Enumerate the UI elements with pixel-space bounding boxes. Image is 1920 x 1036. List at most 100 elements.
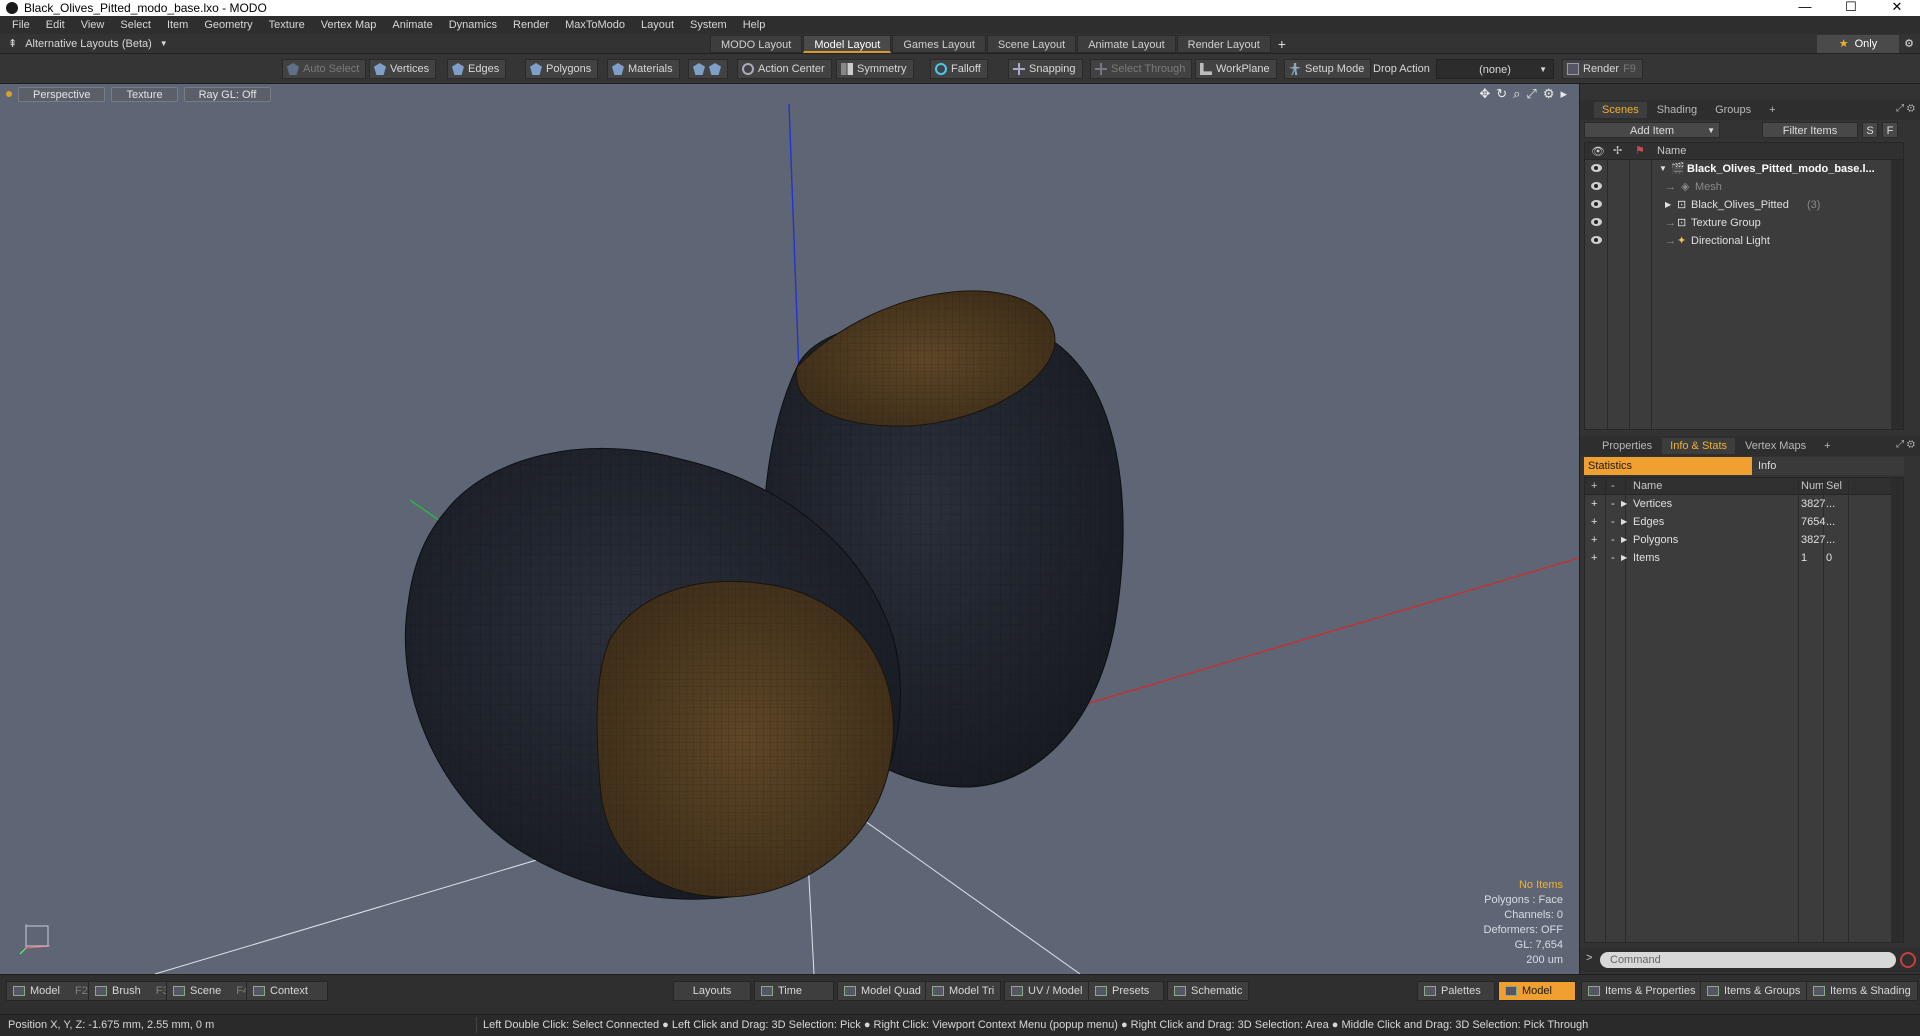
action-center-button[interactable]: Action Center — [737, 59, 832, 79]
name-column-header[interactable]: Name — [1633, 480, 1662, 492]
add-icon[interactable]: + — [1591, 531, 1597, 549]
expand-arrow-icon[interactable]: ▶ — [1621, 495, 1627, 513]
falloff-button[interactable]: Falloff — [930, 59, 988, 79]
add-icon[interactable]: + — [1591, 495, 1597, 513]
symmetry-button[interactable]: Symmetry — [836, 59, 914, 79]
tab-shading[interactable]: Shading — [1649, 102, 1705, 118]
expand-arrow-icon[interactable]: ▶ — [1621, 549, 1627, 567]
items-groups-button[interactable]: Items & Groups — [1700, 981, 1808, 1001]
menu-layout[interactable]: Layout — [633, 19, 682, 31]
visibility-eye-icon[interactable] — [1591, 236, 1602, 244]
model-tab-button[interactable]: Model F2 — [6, 981, 95, 1001]
items-properties-button[interactable]: Items & Properties — [1581, 981, 1703, 1001]
time-button[interactable]: Time — [754, 981, 834, 1001]
add-item-button[interactable]: Add Item ▼ — [1584, 122, 1720, 138]
viewport-menu-dot[interactable] — [6, 91, 12, 97]
3d-viewport[interactable]: Perspective Texture Ray GL: Off ✥ ↻ ⌕ ⤢ … — [0, 84, 1579, 974]
viewport-expand-icon[interactable]: ▸ — [1560, 86, 1567, 102]
info-tab[interactable]: Info — [1752, 457, 1904, 475]
polygons-button[interactable]: Polygons — [525, 59, 599, 79]
presets-button[interactable]: Presets — [1088, 981, 1164, 1001]
visibility-eye-icon[interactable] — [1591, 164, 1602, 172]
tab-scene-layout[interactable]: Scene Layout — [986, 35, 1077, 53]
scene-row-root[interactable]: ▼ 🎬 Black_Olives_Pitted_modo_base.l... — [1585, 160, 1903, 178]
expand-arrow-icon[interactable]: ▶ — [1621, 531, 1627, 549]
uv-model-button[interactable]: UV / Model — [1004, 981, 1090, 1001]
maximize-viewport-icon[interactable]: ⤢ — [1526, 86, 1536, 102]
viewport-scene[interactable] — [0, 84, 1579, 974]
remove-icon[interactable]: - — [1611, 549, 1615, 567]
select-mode-button[interactable] — [688, 59, 728, 79]
panel-options-icon[interactable]: ⤢ ⚙ — [1896, 439, 1915, 450]
remove-icon[interactable]: - — [1611, 531, 1615, 549]
viewport-gear-icon[interactable]: ⚙ — [1543, 86, 1555, 102]
panel-options-icon[interactable]: ⤢ ⚙ — [1896, 103, 1915, 114]
add-icon[interactable]: + — [1591, 549, 1597, 567]
model-quad-button[interactable]: Model Quad — [837, 981, 928, 1001]
edges-button[interactable]: Edges — [447, 59, 507, 79]
zoom-icon[interactable]: ⌕ — [1513, 86, 1520, 102]
tab-info-stats[interactable]: Info & Stats — [1662, 438, 1736, 454]
menu-system[interactable]: System — [682, 19, 735, 31]
expand-all-icon[interactable]: + — [1591, 480, 1597, 492]
only-toggle[interactable]: ★ Only — [1817, 35, 1899, 53]
tab-properties[interactable]: Properties — [1594, 438, 1660, 454]
f-button[interactable]: F — [1882, 122, 1898, 138]
command-input[interactable]: Command — [1600, 952, 1896, 968]
select-through-button[interactable]: Select Through — [1090, 59, 1193, 79]
ray-gl-button[interactable]: Ray GL: Off — [183, 86, 272, 102]
command-history-arrow-icon[interactable]: > — [1586, 952, 1592, 964]
command-record-icon[interactable] — [1900, 952, 1916, 968]
filter-items-input[interactable]: Filter Items — [1762, 122, 1858, 138]
menu-vertex-map[interactable]: Vertex Map — [313, 19, 385, 31]
texture-button[interactable]: Texture — [111, 86, 178, 102]
scene-row-black-olives[interactable]: ▶ ⊡ Black_Olives_Pitted (3) — [1585, 196, 1903, 214]
name-column-header[interactable]: Name — [1657, 145, 1686, 157]
rotate-icon[interactable]: ↻ — [1496, 86, 1507, 102]
model-tri-button[interactable]: Model Tri — [925, 981, 1002, 1001]
scene-row-mesh[interactable]: → ◈ Mesh — [1585, 178, 1903, 196]
gear-icon[interactable]: ⚙ — [1898, 35, 1920, 53]
num-column-header[interactable]: Num — [1801, 480, 1824, 492]
auto-select-button[interactable]: Auto Select — [282, 59, 367, 79]
alternative-layouts-dropdown[interactable]: ⇞ Alternative Layouts (Beta) ▼ — [8, 37, 168, 51]
add-layout-button[interactable]: + — [1272, 35, 1292, 53]
stats-row-polygons[interactable]: + - ▶ Polygons 3827 ... — [1585, 531, 1903, 549]
tab-games-layout[interactable]: Games Layout — [892, 35, 986, 53]
collapse-arrow-icon[interactable]: ▼ — [1659, 160, 1667, 178]
workplane-button[interactable]: WorkPlane — [1195, 59, 1277, 79]
snapping-button[interactable]: Snapping — [1008, 59, 1083, 79]
menu-edit[interactable]: Edit — [38, 19, 73, 31]
schematic-button[interactable]: Schematic — [1167, 981, 1250, 1001]
remove-icon[interactable]: - — [1611, 513, 1615, 531]
menu-view[interactable]: View — [73, 19, 113, 31]
scene-row-directional-light[interactable]: → ✦ Directional Light — [1585, 232, 1903, 250]
close-button[interactable]: ✕ — [1874, 0, 1920, 16]
stats-row-vertices[interactable]: + - ▶ Vertices 3827 ... — [1585, 495, 1903, 513]
stats-row-items[interactable]: + - ▶ Items 1 0 — [1585, 549, 1903, 567]
items-shading-button[interactable]: Items & Shading — [1806, 981, 1918, 1001]
visibility-eye-icon[interactable] — [1591, 218, 1602, 226]
tab-model-layout[interactable]: Model Layout — [803, 35, 892, 53]
visibility-eye-icon[interactable] — [1591, 182, 1602, 190]
menu-select[interactable]: Select — [112, 19, 159, 31]
model-active-button[interactable]: Model — [1498, 981, 1576, 1001]
s-button[interactable]: S — [1862, 122, 1878, 138]
menu-maxtomodo[interactable]: MaxToModo — [557, 19, 633, 31]
layouts-button[interactable]: Layouts — [673, 981, 751, 1001]
statistics-scrollbar[interactable] — [1891, 478, 1903, 942]
menu-animate[interactable]: Animate — [384, 19, 440, 31]
visibility-eye-icon[interactable] — [1591, 200, 1602, 208]
menu-dynamics[interactable]: Dynamics — [441, 19, 505, 31]
scene-list-scrollbar[interactable] — [1891, 160, 1903, 429]
minimize-button[interactable]: — — [1782, 0, 1828, 16]
menu-help[interactable]: Help — [735, 19, 774, 31]
scene-row-texture-group[interactable]: → ⊡ Texture Group — [1585, 214, 1903, 232]
add-icon[interactable]: + — [1591, 513, 1597, 531]
collapse-all-icon[interactable]: - — [1611, 480, 1615, 492]
render-button[interactable]: Render F9 — [1562, 59, 1643, 79]
tab-modo-layout[interactable]: MODO Layout — [710, 35, 803, 53]
palettes-button[interactable]: Palettes — [1417, 981, 1495, 1001]
vertices-button[interactable]: Vertices — [369, 59, 437, 79]
perspective-button[interactable]: Perspective — [18, 86, 106, 102]
